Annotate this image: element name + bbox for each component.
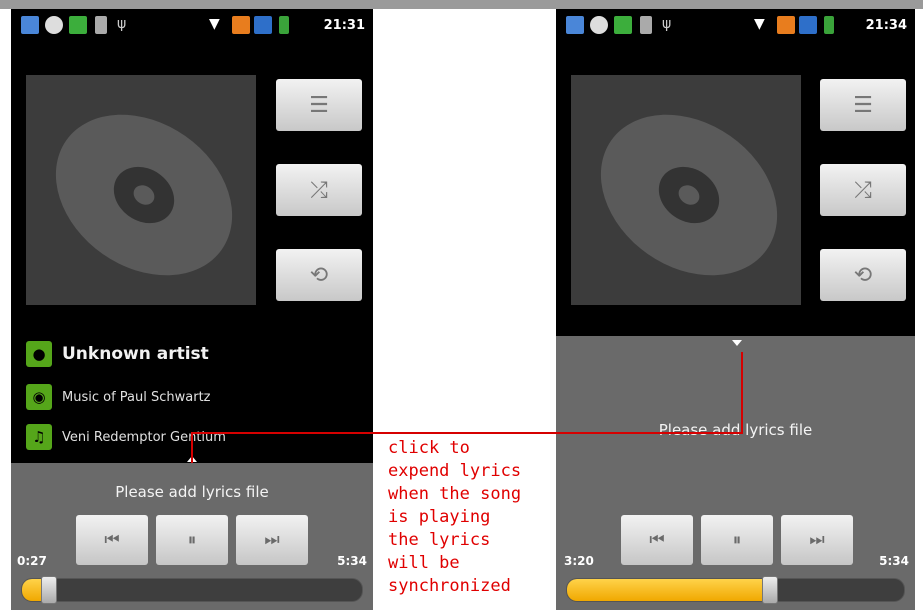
- previous-icon: ⏮: [104, 530, 120, 550]
- pause-icon: ⏸: [187, 530, 197, 550]
- seek-thumb[interactable]: [41, 576, 58, 604]
- android-icon: [95, 16, 107, 34]
- song-row: ♫ Veni Redemptor Gentium: [26, 424, 226, 450]
- signal-icon: [799, 16, 817, 34]
- pause-icon: ⏸: [732, 530, 742, 550]
- album-icon: ◉: [26, 384, 52, 410]
- previous-button[interactable]: ⏮: [621, 515, 693, 565]
- lyrics-text: Please add lyrics file: [658, 421, 813, 439]
- android-icon: [640, 16, 652, 34]
- app-icon: [614, 16, 632, 34]
- wifi-icon: ▼: [754, 16, 765, 32]
- battery-icon: [279, 16, 289, 34]
- battery-icon: [824, 16, 834, 34]
- player-screen-collapsed: ψ ▼ 21:31 ☰ ⤮ ⟲ ● Unknown artist ◉ Music…: [11, 9, 373, 610]
- playlist-icon: ☰: [309, 92, 329, 118]
- annotation-line-text: will be: [388, 553, 460, 573]
- next-button[interactable]: ⏭: [236, 515, 308, 565]
- usb-icon: ψ: [117, 16, 127, 32]
- artist-name: Unknown artist: [62, 344, 209, 364]
- pause-button[interactable]: ⏸: [156, 515, 228, 565]
- annotation-line-text: when the song: [388, 484, 522, 504]
- annotation-line: [191, 432, 742, 434]
- album-name: Music of Paul Schwartz: [62, 389, 211, 405]
- wifi-icon: ▼: [209, 16, 220, 32]
- annotation-line-text: expend lyrics: [388, 461, 522, 481]
- elapsed-time: 3:20: [564, 554, 594, 568]
- player-screen-expanded: ψ ▼ 21:34 ☰ ⤮ ⟲ Please add lyrics file ⏮…: [556, 9, 915, 610]
- top-border: [0, 0, 923, 9]
- seek-bar[interactable]: [566, 578, 905, 602]
- annotation-line: [741, 352, 743, 434]
- repeat-icon: ⟲: [853, 262, 873, 288]
- seek-bar[interactable]: [21, 578, 363, 602]
- signal-icon: [232, 16, 250, 34]
- next-button[interactable]: ⏭: [781, 515, 853, 565]
- annotation-text: click to expend lyrics when the song is …: [388, 437, 553, 598]
- microphone-icon: ●: [26, 341, 52, 367]
- usb-icon: ψ: [662, 16, 672, 32]
- signal-icon: [777, 16, 795, 34]
- lyrics-panel[interactable]: Please add lyrics file ⏮ ⏸ ⏭ 3:20 5:34: [556, 336, 915, 610]
- repeat-button[interactable]: ⟲: [820, 249, 906, 301]
- clock: 21:31: [323, 18, 365, 33]
- album-row: ◉ Music of Paul Schwartz: [26, 384, 211, 410]
- total-time: 5:34: [337, 554, 367, 568]
- sync-icon: [45, 16, 63, 34]
- collapse-arrow-icon[interactable]: [732, 340, 742, 346]
- notification-icon: [21, 16, 39, 34]
- clock: 21:34: [865, 18, 907, 33]
- status-bar: ψ ▼ 21:31: [11, 9, 373, 43]
- annotation-line-text: click to: [388, 438, 470, 458]
- playlist-button[interactable]: ☰: [820, 79, 906, 131]
- repeat-icon: ⟲: [309, 262, 329, 288]
- previous-button[interactable]: ⏮: [76, 515, 148, 565]
- elapsed-time: 0:27: [17, 554, 47, 568]
- lyrics-text: Please add lyrics file: [115, 483, 269, 501]
- notification-icon: [566, 16, 584, 34]
- disc-icon: [600, 114, 778, 276]
- artist-row: ● Unknown artist: [26, 341, 209, 367]
- playlist-button[interactable]: ☰: [276, 79, 362, 131]
- music-note-icon: ♫: [26, 424, 52, 450]
- annotation-line-text: the lyrics: [388, 530, 491, 550]
- status-bar: ψ ▼ 21:34: [556, 9, 915, 43]
- shuffle-button[interactable]: ⤮: [820, 164, 906, 216]
- repeat-button[interactable]: ⟲: [276, 249, 362, 301]
- previous-icon: ⏮: [649, 530, 665, 550]
- annotation-line-text: synchronized: [388, 576, 511, 596]
- disc-icon: [55, 114, 233, 276]
- playlist-icon: ☰: [853, 92, 873, 118]
- annotation-line: [191, 433, 193, 463]
- app-icon: [69, 16, 87, 34]
- shuffle-icon: ⤮: [854, 177, 872, 203]
- signal-icon: [254, 16, 272, 34]
- seek-progress: [567, 579, 771, 601]
- pause-button[interactable]: ⏸: [701, 515, 773, 565]
- annotation-line-text: is playing: [388, 507, 491, 527]
- next-icon: ⏭: [809, 530, 825, 550]
- total-time: 5:34: [879, 554, 909, 568]
- album-art: [26, 75, 256, 305]
- album-art: [571, 75, 801, 305]
- lyrics-panel[interactable]: Please add lyrics file ⏮ ⏸ ⏭ 0:27 5:34: [11, 456, 373, 610]
- shuffle-button[interactable]: ⤮: [276, 164, 362, 216]
- sync-icon: [590, 16, 608, 34]
- seek-thumb[interactable]: [762, 576, 779, 604]
- shuffle-icon: ⤮: [310, 177, 328, 203]
- next-icon: ⏭: [264, 530, 280, 550]
